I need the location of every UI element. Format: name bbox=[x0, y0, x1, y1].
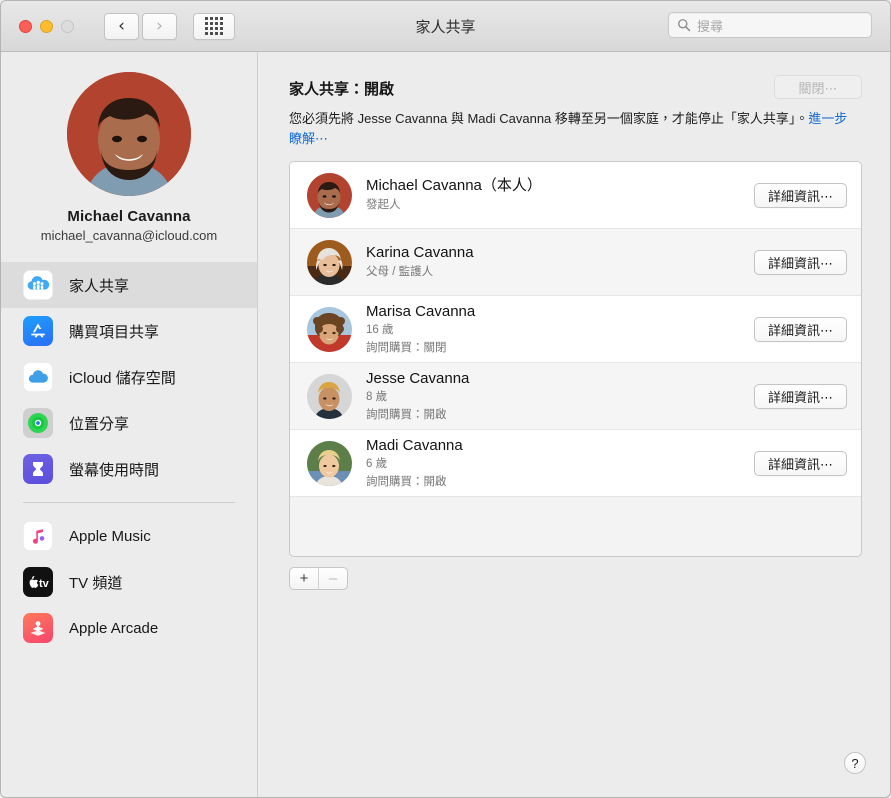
sidebar-item-list: 家人共享 購買項目共享 iCloud 儲存空間 位置分享 螢幕使用時間 Appl… bbox=[1, 262, 257, 651]
turn-off-family-sharing-button[interactable]: 關閉⋯ bbox=[774, 75, 862, 99]
member-info: Karina Cavanna 父母 / 監護人 bbox=[366, 244, 754, 280]
sidebar-item-screen-time[interactable]: 螢幕使用時間 bbox=[1, 446, 257, 492]
member-name: Michael Cavanna（本人） bbox=[366, 177, 542, 195]
member-info: Jesse Cavanna 8 歲 詢問購買：開啟 bbox=[366, 370, 754, 423]
table-row[interactable]: Michael Cavanna（本人） 發起人 詳細資訊⋯ bbox=[290, 162, 861, 230]
window-titlebar: ‹ › 家人共享 搜尋 bbox=[1, 1, 890, 52]
table-row[interactable]: Karina Cavanna 父母 / 監護人 詳細資訊⋯ bbox=[290, 229, 861, 297]
member-role: 父母 / 監護人 bbox=[366, 265, 434, 278]
avatar bbox=[67, 72, 191, 196]
member-name: Marisa Cavanna bbox=[366, 302, 476, 320]
screen-time-icon bbox=[23, 454, 53, 484]
user-avatar-art bbox=[67, 72, 191, 196]
member-ask-to-buy: 詢問購買：開啟 bbox=[366, 408, 447, 421]
search-input[interactable]: 搜尋 bbox=[697, 16, 723, 35]
member-ask-to-buy: 詢問購買：開啟 bbox=[366, 475, 447, 488]
sidebar-item-label: Apple Arcade bbox=[69, 619, 159, 637]
sidebar-item-label: iCloud 儲存空間 bbox=[69, 369, 176, 387]
main-content: 家人共享：開啟 關閉⋯ 您必須先將 Jesse Cavanna 與 Madi C… bbox=[258, 52, 890, 797]
member-ask-to-buy: 詢問購買：關閉 bbox=[366, 341, 447, 354]
zoom-window-button[interactable] bbox=[61, 19, 74, 33]
member-details-button[interactable]: 詳細資訊⋯ bbox=[753, 182, 847, 208]
member-info: Marisa Cavanna 16 歲 詢問購買：關閉 bbox=[366, 303, 754, 356]
minimize-window-button[interactable] bbox=[40, 19, 53, 33]
member-info: Madi Cavanna 6 歲 詢問購買：開啟 bbox=[366, 437, 754, 490]
table-row[interactable]: Marisa Cavanna 16 歲 詢問購買：關閉 詳細資訊⋯ bbox=[290, 296, 861, 364]
sidebar-item-icloud-storage[interactable]: iCloud 儲存空間 bbox=[1, 354, 257, 400]
remove-member-button[interactable]: – bbox=[318, 568, 347, 590]
svg-text:tv: tv bbox=[39, 578, 50, 590]
member-role: 發起人 bbox=[366, 198, 401, 211]
search-icon bbox=[678, 19, 691, 32]
window-body: Michael Cavanna michael_cavanna@icloud.c… bbox=[1, 52, 890, 797]
sidebar-item-location-sharing[interactable]: 位置分享 bbox=[1, 400, 257, 446]
sidebar-item-label: 位置分享 bbox=[69, 415, 130, 433]
family-sharing-window: ‹ › 家人共享 搜尋 Michael Cavanna michael_cava… bbox=[0, 0, 891, 798]
sidebar-item-label: 購買項目共享 bbox=[69, 323, 160, 341]
section-heading: 家人共享：開啟 bbox=[289, 81, 395, 98]
member-age: 16 歲 bbox=[366, 324, 394, 337]
family-members-list[interactable]: Michael Cavanna（本人） 發起人 詳細資訊⋯ Karina Cav… bbox=[289, 161, 862, 558]
member-info: Michael Cavanna（本人） 發起人 bbox=[366, 177, 754, 213]
account-email: michael_cavanna@icloud.com bbox=[40, 228, 218, 243]
member-name: Madi Cavanna bbox=[366, 436, 463, 454]
sidebar-item-apple-music[interactable]: Apple Music bbox=[1, 513, 257, 559]
family-sharing-icon bbox=[23, 270, 53, 300]
account-profile: Michael Cavanna michael_cavanna@icloud.c… bbox=[1, 66, 257, 253]
apple-music-icon bbox=[23, 521, 53, 551]
back-button[interactable]: ‹ bbox=[104, 12, 139, 40]
avatar bbox=[307, 306, 352, 352]
avatar bbox=[307, 440, 352, 486]
content-header: 家人共享：開啟 關閉⋯ bbox=[289, 75, 862, 99]
apple-tv-icon: tv bbox=[23, 567, 53, 597]
description-body: 您必須先將 Jesse Cavanna 與 Madi Cavanna 移轉至另一… bbox=[289, 111, 809, 126]
help-button[interactable]: ? bbox=[844, 752, 866, 774]
member-age: 6 歲 bbox=[366, 458, 388, 471]
table-row[interactable]: Madi Cavanna 6 歲 詢問購買：開啟 詳細資訊⋯ bbox=[290, 430, 861, 498]
find-my-icon bbox=[23, 408, 53, 438]
chevron-left-icon: ‹ bbox=[118, 15, 125, 36]
sidebar-item-purchase-sharing[interactable]: 購買項目共享 bbox=[1, 308, 257, 354]
sidebar-item-label: 螢幕使用時間 bbox=[69, 461, 160, 479]
sidebar-divider bbox=[23, 502, 235, 503]
icloud-icon bbox=[23, 362, 53, 392]
member-details-button[interactable]: 詳細資訊⋯ bbox=[753, 383, 847, 409]
member-details-button[interactable]: 詳細資訊⋯ bbox=[753, 249, 847, 275]
add-member-button[interactable]: + bbox=[290, 568, 318, 589]
avatar bbox=[307, 239, 352, 285]
member-name: Jesse Cavanna bbox=[366, 369, 470, 387]
sidebar-item-family-sharing[interactable]: 家人共享 bbox=[1, 262, 257, 308]
show-all-button[interactable] bbox=[193, 12, 235, 40]
sidebar-item-label: 家人共享 bbox=[69, 277, 130, 295]
table-row[interactable]: Jesse Cavanna 8 歲 詢問購買：開啟 詳細資訊⋯ bbox=[290, 363, 861, 431]
close-window-button[interactable] bbox=[19, 19, 32, 33]
member-details-button[interactable]: 詳細資訊⋯ bbox=[753, 450, 847, 476]
app-store-icon bbox=[23, 316, 53, 346]
member-details-button[interactable]: 詳細資訊⋯ bbox=[753, 316, 847, 342]
member-age: 8 歲 bbox=[366, 391, 388, 404]
chevron-right-icon: › bbox=[156, 15, 163, 36]
avatar bbox=[307, 373, 352, 419]
member-name: Karina Cavanna bbox=[366, 244, 474, 262]
avatar bbox=[307, 172, 352, 218]
sidebar: Michael Cavanna michael_cavanna@icloud.c… bbox=[1, 52, 258, 797]
navigation-buttons: ‹ › bbox=[104, 12, 177, 40]
show-all-grid-icon bbox=[205, 17, 223, 35]
forward-button[interactable]: › bbox=[142, 12, 177, 40]
traffic-lights bbox=[19, 19, 74, 33]
sidebar-item-label: TV 頻道 bbox=[69, 574, 123, 592]
account-name: Michael Cavanna bbox=[67, 208, 191, 225]
sidebar-item-apple-arcade[interactable]: Apple Arcade bbox=[1, 605, 257, 651]
add-remove-member-controls: + – bbox=[289, 567, 348, 591]
sidebar-item-label: Apple Music bbox=[69, 527, 151, 545]
description-text: 您必須先將 Jesse Cavanna 與 Madi Cavanna 移轉至另一… bbox=[289, 109, 849, 149]
apple-arcade-icon bbox=[23, 613, 53, 643]
sidebar-item-tv-channels[interactable]: tv TV 頻道 bbox=[1, 559, 257, 605]
search-field[interactable]: 搜尋 bbox=[668, 12, 872, 38]
